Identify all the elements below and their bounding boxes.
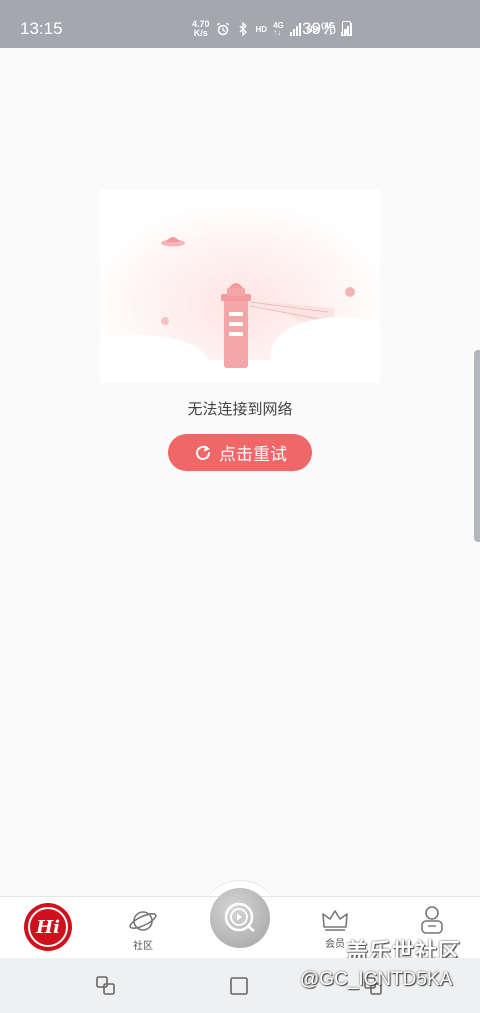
nav-label-community: 社区 <box>133 941 153 952</box>
play-icon <box>224 902 255 932</box>
nav-item-profile[interactable] <box>418 905 446 935</box>
retry-label: 点击重试 <box>219 445 287 465</box>
watermark-handle: @GC_ICNTD5KA <box>300 969 453 990</box>
no-network-illustration <box>100 190 380 383</box>
center-play-button[interactable] <box>210 888 270 948</box>
hi-logo-icon: Hi <box>28 907 68 947</box>
nav-home-logo[interactable]: Hi <box>24 903 72 951</box>
signal-icon <box>289 22 301 36</box>
battery-icon <box>342 21 351 36</box>
refresh-icon <box>196 445 210 460</box>
lighthouse-icon <box>100 190 380 383</box>
network-4g: 4G ↑↓ <box>273 21 284 37</box>
planet-icon <box>129 911 157 931</box>
status-time: 13:15 <box>20 19 63 38</box>
alarm-icon <box>216 22 229 36</box>
recent-apps-icon[interactable] <box>95 975 117 997</box>
edge-panel-handle[interactable] <box>474 350 480 542</box>
network-speed: 4.70 K/s <box>192 19 210 38</box>
retry-button[interactable]: 点击重试 <box>168 434 312 471</box>
battery-percent: 39% <box>302 19 337 38</box>
hd-label: HD <box>255 24 268 34</box>
crown-icon <box>322 910 348 931</box>
error-message: 无法连接到网络 <box>187 400 293 418</box>
nav-item-community[interactable]: 社区 <box>128 907 158 952</box>
home-icon[interactable] <box>228 975 250 997</box>
profile-icon <box>421 906 443 934</box>
bluetooth-icon <box>239 22 247 36</box>
nav-label-membership: 会员 <box>325 939 345 950</box>
status-bar: 13:15 4.70 K/s HD 4G ↑↓ HD 4G ↑↓ 39% <box>0 0 480 48</box>
